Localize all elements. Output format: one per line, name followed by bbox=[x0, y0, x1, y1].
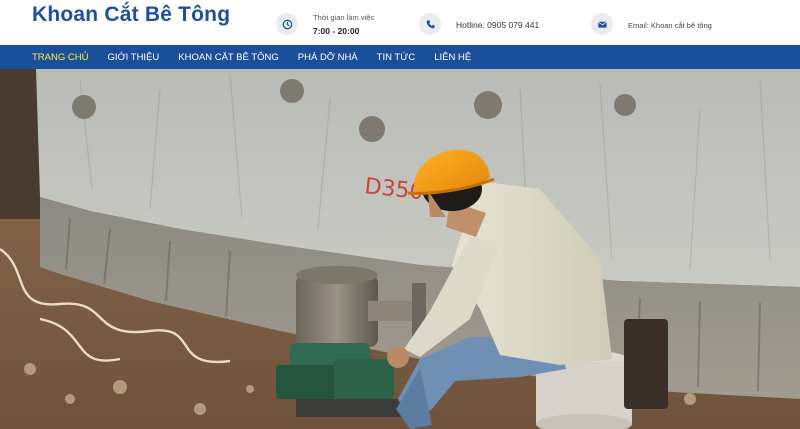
email-text: Email: Khoan cắt bê tông bbox=[628, 17, 712, 32]
working-hours-info: Thời gian làm việc 7:00 - 20:00 bbox=[276, 12, 374, 36]
nav-item-concrete-drilling[interactable]: KHOAN CẮT BÊ TÔNG bbox=[178, 52, 278, 63]
working-hours-text: Thời gian làm việc 7:00 - 20:00 bbox=[313, 11, 374, 38]
hero-banner: D350 bbox=[0, 69, 800, 429]
main-menu: TRANG CHỦ GIỚI THIỆU KHOAN CẮT BÊ TÔNG P… bbox=[0, 45, 800, 69]
nav-item-home[interactable]: TRANG CHỦ bbox=[32, 52, 88, 63]
main-navbar: TRANG CHỦ GIỚI THIỆU KHOAN CẮT BÊ TÔNG P… bbox=[0, 45, 800, 69]
email-info[interactable]: Email: Khoan cắt bê tông bbox=[591, 12, 712, 36]
hotline-text: Hotline: 0905 079 441 bbox=[456, 17, 539, 32]
nav-item-contact[interactable]: LIÊN HỆ bbox=[434, 52, 471, 63]
site-logo[interactable]: Khoan Cắt Bê Tông bbox=[32, 3, 230, 27]
working-hours-label: Thời gian làm việc bbox=[313, 12, 375, 22]
nav-item-about[interactable]: GIỚI THIỆU bbox=[107, 52, 159, 63]
nav-item-demolition[interactable]: PHÁ DỠ NHÀ bbox=[298, 52, 358, 63]
hero-image: D350 bbox=[0, 69, 800, 429]
clock-icon bbox=[276, 13, 298, 35]
email-address[interactable]: Email: Khoan cắt bê tông bbox=[628, 21, 712, 30]
phone-icon bbox=[419, 13, 441, 35]
working-hours-value: 7:00 - 20:00 bbox=[313, 25, 360, 36]
envelope-icon bbox=[591, 13, 613, 35]
site-header: Khoan Cắt Bê Tông Thời gian làm việc 7:0… bbox=[0, 0, 800, 45]
hotline-info[interactable]: Hotline: 0905 079 441 bbox=[419, 12, 539, 36]
nav-item-news[interactable]: TIN TỨC bbox=[377, 52, 416, 63]
hotline-number[interactable]: Hotline: 0905 079 441 bbox=[456, 20, 539, 30]
